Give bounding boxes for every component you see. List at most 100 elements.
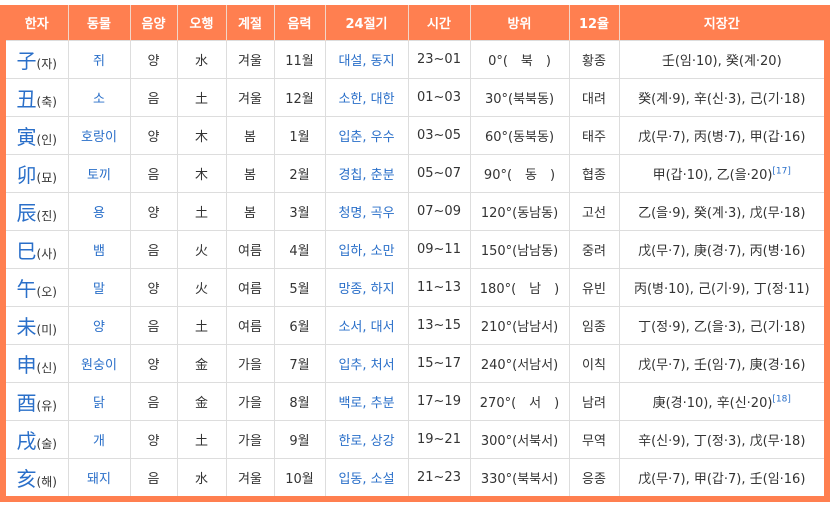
animal-link[interactable]: 개 bbox=[93, 434, 105, 449]
hidden-stems-text: 丙(병·10), 己(기·9), 丁(정·11) bbox=[633, 282, 810, 297]
animal-link[interactable]: 쥐 bbox=[93, 54, 105, 69]
solar-terms-link[interactable]: 청명, 곡우 bbox=[338, 206, 394, 221]
time-cell: 11~13 bbox=[407, 268, 471, 307]
time-cell: 07~09 bbox=[407, 192, 471, 231]
pitch-cell: 임종 bbox=[568, 306, 620, 345]
time-cell: 19~21 bbox=[407, 420, 471, 459]
direction-cell: 120°(동남동) bbox=[469, 192, 570, 231]
time-cell: 05~07 bbox=[417, 166, 461, 181]
header-solar-terms: 24절기 bbox=[324, 5, 408, 41]
solar-terms-link[interactable]: 입동, 소설 bbox=[338, 472, 394, 487]
branch-hanja-link[interactable]: 戌 bbox=[17, 429, 37, 453]
branch-hanja-link[interactable]: 寅 bbox=[17, 125, 37, 149]
animal-link[interactable]: 닭 bbox=[93, 396, 105, 411]
element-cell: 木 bbox=[176, 154, 227, 193]
animal-cell: 쥐 bbox=[67, 40, 131, 79]
branch-cell: 寅(인) bbox=[2, 116, 69, 155]
branch-hanja-link[interactable]: 巳 bbox=[17, 239, 37, 263]
yinyang-cell: 양 bbox=[129, 40, 178, 79]
direction-cell: 0°( 북 ) bbox=[469, 40, 570, 79]
animal-link[interactable]: 뱀 bbox=[93, 244, 105, 259]
solar-terms-link[interactable]: 소한, 대한 bbox=[338, 92, 394, 107]
hidden-stems-cell: 戊(무·7), 庚(경·7), 丙(병·16) bbox=[618, 230, 828, 269]
earthly-branches-table: 한자 동물 음양 오행 계절 음력 24절기 시간 방위 12율 지장간 子(자) 쥐 양 水 겨울 11월 대… bbox=[0, 5, 830, 502]
animal-link[interactable]: 용 bbox=[93, 206, 105, 221]
solar-terms-link[interactable]: 입추, 처서 bbox=[338, 358, 394, 373]
hidden-stems-text: 甲(갑·10), 乙(을·20) bbox=[652, 168, 773, 183]
lunar-month-cell: 5월 bbox=[289, 282, 310, 297]
branch-hanja-link[interactable]: 辰 bbox=[17, 201, 37, 225]
element-cell: 金 bbox=[194, 358, 208, 373]
animal-link[interactable]: 호랑이 bbox=[81, 130, 117, 145]
branch-hanja-link[interactable]: 未 bbox=[17, 315, 37, 339]
branch-hanja-link[interactable]: 卯 bbox=[17, 163, 37, 187]
table-row: 子(자) 쥐 양 水 겨울 11월 대설, 동지 23~01 0°( 북 ) 황종 壬(임·10),… bbox=[2, 40, 828, 79]
pitch-cell: 태주 bbox=[568, 116, 620, 155]
hidden-stems-cell: 戊(무·7), 甲(갑·7), 壬(임·16) bbox=[618, 458, 828, 500]
solar-terms-link[interactable]: 한로, 상강 bbox=[338, 434, 394, 449]
branch-hanja-link[interactable]: 子 bbox=[17, 49, 37, 73]
branch-reading: (축) bbox=[36, 95, 57, 109]
hidden-stems-text: 乙(을·9), 癸(계·3), 戊(무·18) bbox=[638, 206, 806, 221]
solar-terms-link[interactable]: 입춘, 우수 bbox=[338, 130, 394, 145]
solar-terms-link[interactable]: 대설, 동지 bbox=[338, 54, 394, 69]
table-row: 丑(축) 소 음 土 겨울 12월 소한, 대한 01~03 30°(북북동) 대려 癸(계·9),… bbox=[2, 78, 828, 117]
solar-terms-link[interactable]: 백로, 추분 bbox=[338, 396, 394, 411]
header-yinyang: 음양 bbox=[129, 5, 177, 41]
season-cell: 여름 bbox=[238, 282, 262, 297]
branch-hanja-link[interactable]: 亥 bbox=[17, 467, 37, 491]
hidden-stems-text: 辛(신·9), 丁(정·3), 戊(무·18) bbox=[638, 434, 806, 449]
branch-hanja-link[interactable]: 午 bbox=[17, 277, 37, 301]
animal-link[interactable]: 말 bbox=[93, 282, 105, 297]
solar-terms-link[interactable]: 입하, 소만 bbox=[338, 244, 394, 259]
branch-hanja-link[interactable]: 酉 bbox=[17, 391, 37, 415]
solar-terms-link[interactable]: 소서, 대서 bbox=[338, 320, 394, 335]
lunar-month-cell: 1월 bbox=[289, 130, 310, 145]
hidden-stems-cell: 辛(신·9), 丁(정·3), 戊(무·18) bbox=[618, 420, 828, 459]
hidden-stems-text: 戊(무·7), 甲(갑·7), 壬(임·16) bbox=[638, 472, 806, 487]
branch-hanja-link[interactable]: 丑 bbox=[17, 87, 37, 111]
lunar-month-cell: 11월 bbox=[285, 54, 314, 69]
branch-reading: (유) bbox=[36, 399, 57, 413]
reference-link[interactable]: [17] bbox=[772, 167, 790, 177]
table-row: 未(미) 양 음 土 여름 6월 소서, 대서 13~15 210°(남남서) 임종 丁(정·9),… bbox=[2, 306, 828, 345]
hidden-stems-text: 庚(경·10), 辛(신·20) bbox=[652, 396, 773, 411]
animal-link[interactable]: 토끼 bbox=[87, 168, 111, 183]
branch-reading: (미) bbox=[36, 323, 57, 337]
solar-terms-cell: 입하, 소만 bbox=[324, 230, 409, 269]
hidden-stems-cell: 戊(무·7), 壬(임·7), 庚(경·16) bbox=[618, 344, 828, 383]
animal-link[interactable]: 양 bbox=[93, 320, 105, 335]
yinyang-cell: 양 bbox=[147, 54, 160, 69]
direction-cell: 60°(동북동) bbox=[469, 116, 570, 155]
time-cell: 21~23 bbox=[417, 470, 461, 485]
header-row: 한자 동물 음양 오행 계절 음력 24절기 시간 방위 12율 지장간 bbox=[3, 5, 827, 41]
reference-link[interactable]: [18] bbox=[772, 395, 790, 405]
table-row: 辰(진) 용 양 土 봄 3월 청명, 곡우 07~09 120°(동남동) 고선 乙(을·9), … bbox=[2, 192, 828, 231]
branch-cell: 未(미) bbox=[2, 306, 69, 345]
time-cell: 01~03 bbox=[417, 90, 461, 105]
animal-cell: 개 bbox=[67, 420, 131, 459]
direction-cell: 150°(남남동) bbox=[480, 244, 559, 259]
season-cell: 겨울 bbox=[225, 40, 275, 79]
pitch-cell: 협종 bbox=[568, 154, 620, 193]
animal-link[interactable]: 돼지 bbox=[87, 472, 111, 487]
solar-terms-link[interactable]: 경칩, 춘분 bbox=[338, 168, 394, 183]
pitch-cell: 고선 bbox=[582, 206, 606, 221]
direction-cell: 210°(남남서) bbox=[469, 306, 570, 345]
table-wrapper: 한자 동물 음양 오행 계절 음력 24절기 시간 방위 12율 지장간 子(자) 쥐 양 水 겨울 11월 대… bbox=[0, 5, 830, 502]
animal-cell: 소 bbox=[67, 78, 131, 117]
season-cell: 가을 bbox=[225, 344, 275, 383]
table-row: 午(오) 말 양 火 여름 5월 망종, 하지 11~13 180°( 남 ) 유빈 丙(병·10)… bbox=[2, 268, 828, 307]
animal-link[interactable]: 소 bbox=[93, 92, 105, 107]
branch-hanja-link[interactable]: 申 bbox=[17, 353, 37, 377]
time-cell: 15~17 bbox=[417, 356, 461, 371]
direction-cell: 30°(북북동) bbox=[469, 78, 570, 117]
solar-terms-cell: 경칩, 춘분 bbox=[324, 154, 409, 193]
animal-link[interactable]: 원숭이 bbox=[81, 358, 117, 373]
pitch-cell: 남려 bbox=[568, 382, 620, 421]
element-cell: 土 bbox=[176, 78, 227, 117]
element-cell: 土 bbox=[176, 420, 227, 459]
element-cell: 土 bbox=[194, 206, 208, 221]
solar-terms-link[interactable]: 망종, 하지 bbox=[338, 282, 394, 297]
yinyang-cell: 음 bbox=[129, 78, 178, 117]
